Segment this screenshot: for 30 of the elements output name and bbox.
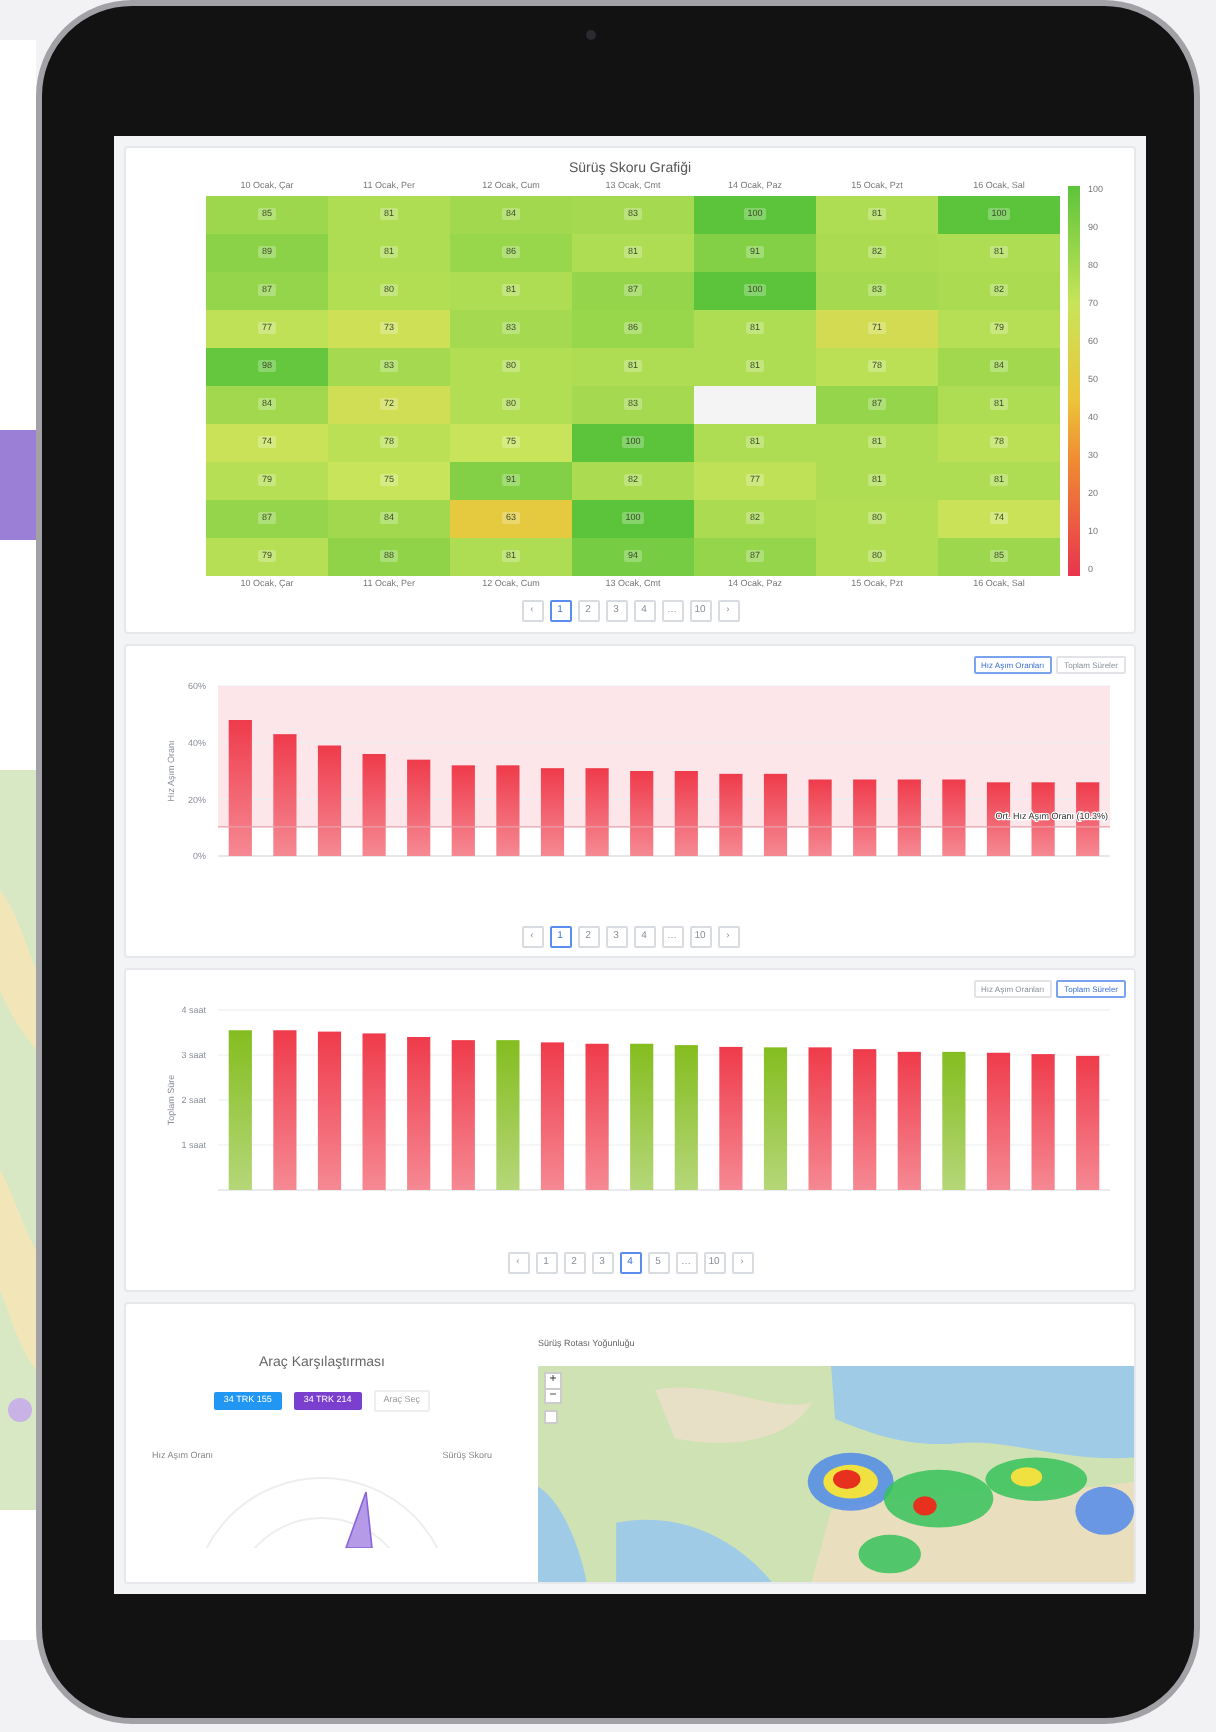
bar xyxy=(585,768,609,856)
bar xyxy=(540,768,565,856)
bar xyxy=(317,745,342,856)
bar xyxy=(853,779,877,856)
bar xyxy=(674,771,698,856)
bar xyxy=(1031,782,1055,856)
bar xyxy=(719,1046,743,1190)
bar xyxy=(362,754,386,856)
bar xyxy=(1076,1055,1100,1190)
bar xyxy=(853,1049,877,1190)
bar xyxy=(1031,1054,1055,1190)
bar xyxy=(808,1047,832,1190)
bar xyxy=(942,779,966,856)
bar xyxy=(719,773,743,856)
bar xyxy=(986,782,1011,856)
header-bar xyxy=(0,430,36,540)
bar xyxy=(407,759,431,856)
heatmap-cell xyxy=(694,385,816,423)
bar xyxy=(897,1051,921,1190)
bar xyxy=(808,779,832,856)
bar xyxy=(496,765,520,856)
bar xyxy=(763,1047,788,1190)
bar xyxy=(942,1051,966,1190)
bar xyxy=(986,1052,1011,1190)
bar xyxy=(763,773,788,856)
bar xyxy=(273,734,297,856)
bar xyxy=(897,779,921,856)
bar xyxy=(228,720,252,856)
bar xyxy=(451,765,475,856)
bar xyxy=(630,771,654,856)
